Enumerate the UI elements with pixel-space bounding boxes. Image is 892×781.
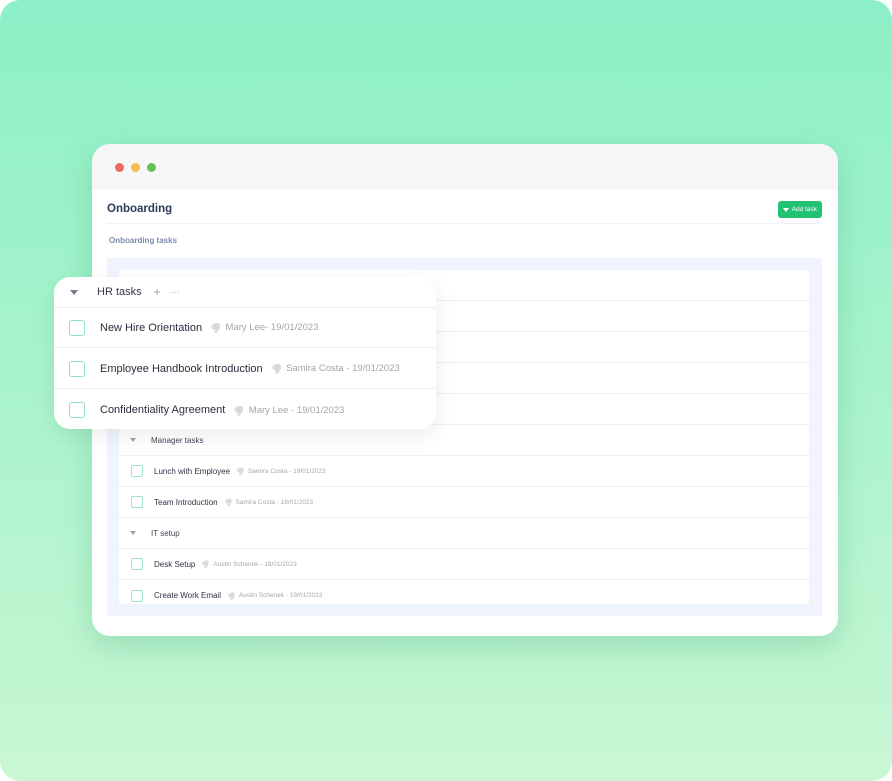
task-meta: Mary Lee - 19/01/2023 <box>248 404 345 416</box>
group-header-hr-tasks[interactable]: HR tasks + ··· <box>54 277 436 308</box>
task-checkbox[interactable] <box>69 360 85 377</box>
caret-down-icon <box>782 207 789 212</box>
task-row[interactable]: New Hire Orientation 🖇 Mary Lee- 19/01/2… <box>54 308 436 348</box>
task-name: Team Introduction <box>154 497 218 507</box>
task-row[interactable]: Confidentiality Agreement 🖇 Mary Lee - 1… <box>54 390 436 429</box>
hr-tasks-card: HR tasks + ··· New Hire Orientation 🖇 Ma… <box>54 277 436 429</box>
task-checkbox[interactable] <box>131 589 143 602</box>
task-name: Lunch with Employee <box>154 466 231 476</box>
task-row[interactable]: Team Introduction 🖇 Samira Costa - 19/01… <box>119 487 809 518</box>
section-label: Onboarding tasks <box>109 236 178 245</box>
task-meta: Samira Costa - 19/01/2023 <box>247 467 326 475</box>
caret-down-icon[interactable] <box>130 531 136 535</box>
task-meta: Austin Schenek - 19/01/2023 <box>238 592 323 599</box>
task-name: New Hire Orientation <box>100 321 203 334</box>
task-checkbox[interactable] <box>69 402 85 418</box>
attachment-icon: 🖇 <box>208 319 224 335</box>
task-row[interactable]: Employee Handbook Introduction 🖇 Samira … <box>54 349 436 389</box>
close-window-icon[interactable] <box>115 163 124 172</box>
task-name: Desk Setup <box>154 559 196 569</box>
task-meta: Austin Schenek - 19/01/2023 <box>213 560 297 568</box>
attachment-icon: 🖇 <box>199 558 212 570</box>
minimize-window-icon[interactable] <box>131 163 140 172</box>
task-meta: Samira Costa - 19/01/2023 <box>286 363 400 374</box>
attachment-icon: 🖇 <box>222 496 234 508</box>
maximize-window-icon[interactable] <box>147 163 156 172</box>
task-meta: Mary Lee- 19/01/2023 <box>225 322 319 333</box>
group-name: IT setup <box>151 528 180 538</box>
task-name: Confidentiality Agreement <box>100 404 226 416</box>
caret-down-icon[interactable] <box>130 438 136 442</box>
task-checkbox[interactable] <box>131 496 143 508</box>
background: Onboarding Add task Onboarding tasks Man… <box>0 0 892 781</box>
task-meta: Samira Costa - 19/01/2023 <box>235 498 314 506</box>
caret-down-icon[interactable] <box>70 289 78 295</box>
window-titlebar <box>92 144 838 190</box>
task-name: Create Work Email <box>154 591 221 600</box>
task-checkbox[interactable] <box>69 319 85 336</box>
task-checkbox[interactable] <box>131 465 143 477</box>
attachment-icon: 🖇 <box>269 360 285 376</box>
attachment-icon: 🖇 <box>234 465 246 477</box>
group-name: HR tasks <box>97 286 142 298</box>
attachment-icon: 🖇 <box>231 402 248 418</box>
more-options-icon[interactable]: ··· <box>170 287 181 297</box>
add-icon[interactable]: + <box>154 285 161 299</box>
task-row[interactable]: Lunch with Employee 🖇 Samira Costa - 19/… <box>119 456 809 487</box>
add-task-label: Add task <box>791 206 817 213</box>
task-checkbox[interactable] <box>131 558 143 570</box>
page-header: Onboarding Add task <box>107 190 822 224</box>
page-title: Onboarding <box>107 203 173 215</box>
attachment-icon: 🖇 <box>225 590 237 602</box>
group-name: Manager tasks <box>151 435 204 445</box>
group-header-it-setup[interactable]: IT setup <box>119 518 809 549</box>
task-row[interactable]: Create Work Email 🖇 Austin Schenek - 19/… <box>119 580 809 611</box>
task-row[interactable]: Desk Setup 🖇 Austin Schenek - 19/01/2023 <box>119 549 809 580</box>
task-name: Employee Handbook Introduction <box>100 362 263 375</box>
group-header-manager-tasks[interactable]: Manager tasks <box>119 425 809 456</box>
add-task-button[interactable]: Add task <box>777 201 822 218</box>
